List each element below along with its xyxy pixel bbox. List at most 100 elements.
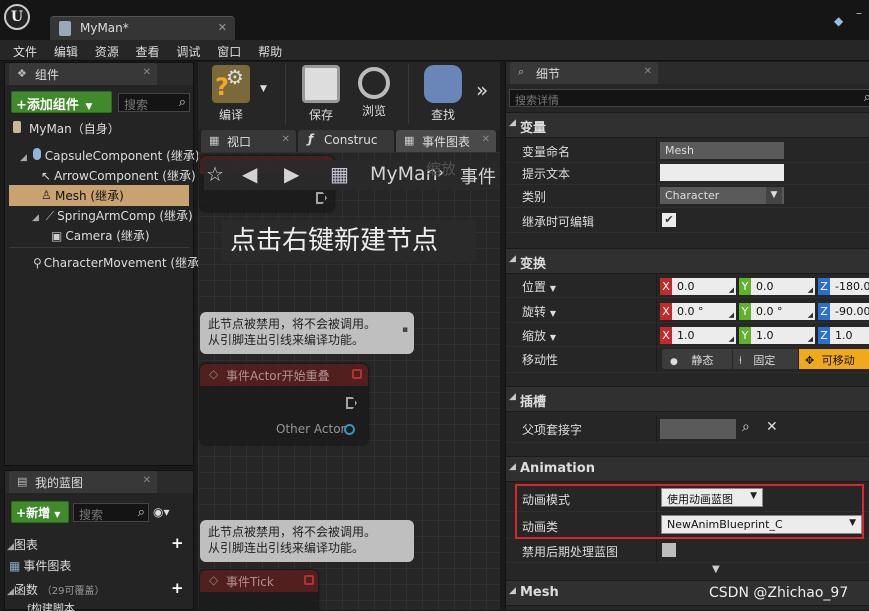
tree-item-capsule[interactable]: ◢ CapsuleComponent (继承) — [20, 147, 200, 164]
tab-event-graph[interactable]: ▦ 事件图表 ✕ — [396, 130, 496, 152]
section-variable[interactable]: ◢ 变量 — [506, 112, 869, 138]
find-button[interactable]: 查找 — [412, 62, 474, 128]
scale-x-field[interactable]: 1.0 ◢ — [672, 327, 736, 344]
functions-category[interactable]: ◢函数 （29可覆盖） — [7, 581, 105, 598]
tree-item-camera[interactable]: ▣ Camera (继承) — [51, 227, 150, 244]
disable-post-process-checkbox[interactable] — [662, 543, 676, 557]
editable-checkbox[interactable]: ✔ — [662, 213, 676, 227]
details-search-input[interactable]: 搜索详情 ⌕ — [509, 89, 869, 107]
actor-begin-overlap-node[interactable]: 事件Actor开始重叠 ◇ Other Actor — [200, 364, 368, 444]
menu-help[interactable]: 帮助 — [245, 40, 282, 60]
add-graph-plus-icon[interactable]: + — [171, 534, 184, 552]
menu-view[interactable]: 查看 — [123, 40, 160, 60]
graphs-label: 图表 — [13, 538, 38, 552]
construction-script-item[interactable]: ƒ构建脚本 — [27, 600, 75, 611]
minimize-icon[interactable]: – — [856, 6, 862, 20]
tree-item-movement[interactable]: ⚲ CharacterMovement (继承) — [33, 254, 204, 271]
rotation-z-field[interactable]: -90.00 — [830, 303, 869, 320]
graphs-category[interactable]: ◢图表 — [7, 536, 38, 553]
tab-construction[interactable]: ƒ Construc — [298, 130, 394, 152]
menu-debug[interactable]: 调试 — [163, 40, 200, 60]
y-axis-tag: Y — [739, 327, 751, 344]
favorite-star-icon[interactable]: ☆ — [206, 162, 224, 186]
compile-options-chevron-icon[interactable]: ▼ — [260, 84, 267, 94]
search-icon: ⌕ — [863, 90, 869, 105]
compile-button[interactable]: ? ⚙ 编译 — [200, 62, 262, 128]
browse-button[interactable]: 浏览 — [343, 62, 405, 128]
tree-root[interactable]: MyMan（自身） — [13, 120, 120, 137]
parent-socket-field[interactable] — [660, 419, 736, 439]
close-icon[interactable]: ✕ — [482, 134, 490, 145]
menu-file[interactable]: 文件 — [0, 40, 37, 60]
close-tab-icon[interactable]: ✕ — [218, 21, 227, 34]
menu-window[interactable]: 窗口 — [204, 40, 241, 60]
tab-viewport[interactable]: ▦ 视口 ✕ — [201, 130, 296, 152]
document-tab[interactable]: MyMan* ✕ — [50, 16, 235, 40]
exec-out-pin[interactable] — [346, 397, 357, 409]
close-icon[interactable]: ✕ — [644, 66, 652, 77]
rotation-x-field[interactable]: 0.0 ° ◢ — [672, 303, 736, 320]
new-button[interactable]: +新增 ▼ — [11, 501, 69, 523]
close-icon[interactable]: ✕ — [143, 67, 151, 78]
mobility-static-button[interactable]: ● 静态 — [662, 349, 732, 369]
tree-item-mesh[interactable]: ♙ Mesh (继承) — [9, 185, 189, 206]
location-x-field[interactable]: 0.0 ◢ — [672, 278, 736, 295]
forward-arrow-icon[interactable]: ▶ — [284, 162, 299, 186]
more-chevron-icon[interactable]: » — [476, 78, 488, 102]
output-delegate-pin[interactable] — [352, 369, 362, 379]
source-control-icon[interactable]: ◆ — [834, 14, 850, 28]
menu-edit[interactable]: 编辑 — [41, 40, 78, 60]
menu-asset[interactable]: 资源 — [82, 40, 119, 60]
breadcrumb-child[interactable]: 事件 — [460, 163, 496, 189]
event-graph-canvas[interactable]: 事件开始 ☆ ◀ ▶ ▦ MyMan › 事件 缩放 点击右键新建节点 此节点被… — [198, 152, 500, 610]
section-sockets[interactable]: ◢ 插槽 — [506, 386, 869, 412]
event-tick-node[interactable]: 事件Tick ◇ — [200, 570, 318, 610]
rotation-label[interactable]: 旋转 ▼ — [522, 303, 556, 320]
section-transform[interactable]: ◢ 变换 — [506, 248, 869, 274]
variable-name-field[interactable]: Mesh — [660, 142, 784, 159]
save-label: 保存 — [308, 108, 333, 122]
tab-event-graph-label: 事件图表 — [422, 135, 471, 149]
components-tab[interactable]: ❖ 组件 ✕ — [9, 63, 157, 85]
section-animation[interactable]: ◢ Animation — [506, 456, 869, 482]
add-function-plus-icon[interactable]: + — [171, 579, 184, 597]
book-icon: ▤ — [17, 475, 28, 488]
scale-z-field[interactable]: 1.0 — [830, 327, 869, 344]
camera-icon: ▣ — [51, 229, 63, 243]
mobility-movable-button[interactable]: ✥ 可移动 — [799, 349, 869, 369]
rotation-y-field[interactable]: 0.0 ° ◢ — [751, 303, 815, 320]
tree-item-label: Mesh (继承) — [55, 189, 124, 203]
event-diamond-icon: ◇ — [209, 573, 219, 587]
scale-y-field[interactable]: 1.0 ◢ — [751, 327, 815, 344]
browse-search-icon[interactable]: ⌕ — [742, 419, 750, 435]
clear-x-icon[interactable]: ✕ — [766, 419, 778, 435]
close-icon[interactable]: ✕ — [282, 134, 290, 145]
tree-item-arrow[interactable]: ↖ ArrowComponent (继承) — [41, 167, 196, 184]
chevron-down-icon: ▼ — [766, 187, 782, 204]
my-blueprint-tab[interactable]: ▤ 我的蓝图 ✕ — [9, 471, 157, 493]
my-blueprint-search-input[interactable]: 搜索 ⌕ — [73, 503, 149, 522]
components-search-input[interactable]: 搜索 ⌕ — [118, 93, 190, 112]
function-icon: ƒ — [308, 132, 314, 146]
details-tab[interactable]: ⌕ 细节 ✕ — [510, 62, 658, 84]
location-y-field[interactable]: 0.0 ◢ — [751, 278, 815, 295]
mobility-stationary-button[interactable]: ⍿ 固定 — [733, 349, 798, 369]
close-icon[interactable]: ✕ — [143, 475, 151, 486]
category-dropdown[interactable]: Character ▼ — [660, 187, 784, 204]
event-graph-item[interactable]: ▦ 事件图表 — [9, 557, 71, 574]
exec-out-pin[interactable] — [316, 192, 327, 204]
add-component-button[interactable]: +添加组件 ▼ — [11, 91, 112, 113]
advanced-expand-chevron-icon[interactable]: ▼ — [712, 564, 720, 575]
back-arrow-icon[interactable]: ◀ — [242, 162, 257, 186]
other-actor-pin[interactable] — [344, 424, 355, 435]
tree-item-springarm[interactable]: ◢ ⟋ SpringArmComp (继承) — [32, 207, 193, 224]
graph-icon: ▦ — [404, 134, 415, 147]
location-label[interactable]: 位置 ▼ — [522, 278, 556, 295]
location-z-field[interactable]: -180.0 — [830, 278, 869, 295]
eye-view-options-icon[interactable]: ◉▾ — [153, 505, 170, 519]
disabled-node-comment: 此节点被禁用，将不会被调用。 从引脚连出引线来编译功能。 — [200, 312, 414, 354]
save-disk-icon — [302, 65, 340, 103]
output-delegate-pin[interactable] — [304, 575, 314, 585]
tooltip-field[interactable] — [660, 164, 784, 181]
scale-label[interactable]: 缩放 ▼ — [522, 327, 556, 344]
